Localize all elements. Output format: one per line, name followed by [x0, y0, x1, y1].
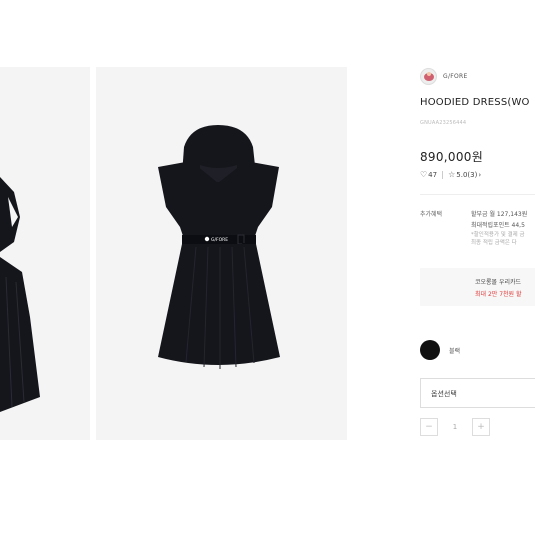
dress-side-view [0, 177, 40, 412]
promo-discount: 최대 2만 7천원 할 [475, 291, 522, 298]
promo-card-name: 코오롱몰 우리카드 [475, 279, 522, 286]
benefit-details: 할부금 월 127,143원 최대적립포인트 44,5 *할인적용가 및 결제 … [471, 209, 527, 247]
option-select[interactable]: 옵션선택 [420, 378, 535, 408]
quantity-plus-button[interactable]: + [472, 418, 490, 436]
benefit-label: 추가혜택 [420, 211, 443, 218]
benefit-note-1: *할인적용가 및 결제 금 [471, 232, 525, 238]
quantity-value[interactable]: 1 [438, 418, 472, 436]
color-swatch-black[interactable] [420, 340, 440, 360]
benefit-note-2: 최종 적립 금액은 다 [471, 240, 517, 246]
chevron-right-icon[interactable]: › [478, 171, 481, 179]
stats-divider [442, 170, 444, 179]
heart-icon[interactable]: ♡ [420, 170, 427, 179]
brand-header[interactable]: G/FORE [420, 68, 468, 85]
product-code: GNUAA23256444 [420, 120, 467, 126]
quantity-minus-button[interactable]: − [420, 418, 438, 436]
star-icon: ☆ [448, 170, 456, 179]
belt-logo-text: G/FORE [211, 237, 228, 243]
brand-name[interactable]: G/FORE [443, 73, 468, 80]
installment-info[interactable]: 할부금 월 127,143원 [471, 209, 527, 220]
rating-value[interactable]: 5.0 [456, 171, 467, 179]
color-label: 블랙 [449, 348, 461, 355]
product-image-thumbnail-left[interactable] [0, 67, 90, 440]
product-image-main[interactable]: G/FORE [96, 67, 347, 440]
review-count[interactable]: (3) [467, 171, 477, 179]
option-select-label: 옵션선택 [431, 390, 457, 398]
card-promo-banner[interactable]: 코오롱몰 우리카드 최대 2만 7천원 할 [420, 268, 535, 306]
product-stats: ♡ 47 ☆ 5.0 (3) › [420, 170, 481, 179]
like-count: 47 [428, 170, 438, 179]
dress-front-view: G/FORE [158, 125, 280, 369]
product-title: HOODIED DRESS(WO [420, 97, 530, 108]
product-price: 890,000원 [420, 150, 484, 164]
points-info: 최대적립포인트 44,5 [471, 222, 525, 229]
brand-avatar[interactable] [420, 68, 437, 85]
section-divider [420, 194, 535, 195]
quantity-stepper: − 1 + [420, 418, 490, 436]
